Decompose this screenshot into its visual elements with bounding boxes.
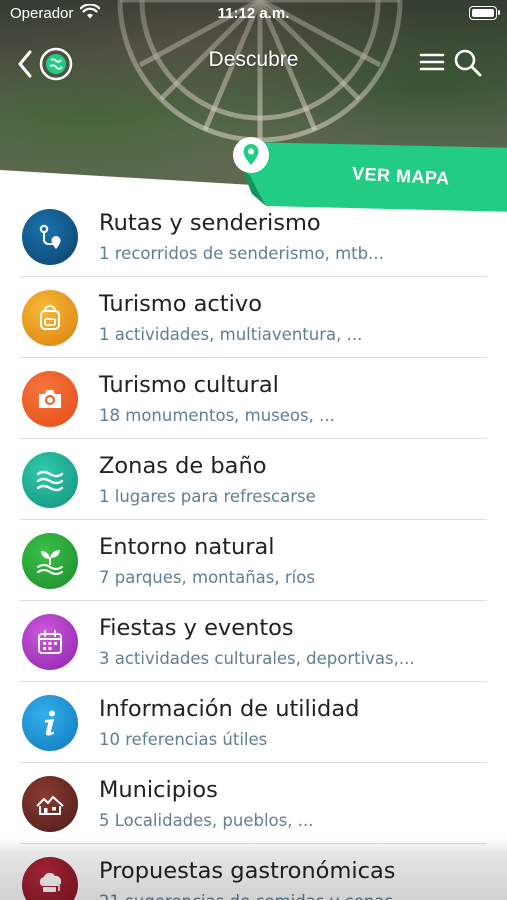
calendar-icon xyxy=(38,630,62,654)
list-item-municipios[interactable]: Municipios 5 Localidades, pueblos, ... xyxy=(0,763,507,844)
camera-icon xyxy=(39,390,61,408)
list-item-title: Municipios xyxy=(99,777,218,803)
menu-icon[interactable] xyxy=(419,50,445,74)
list-item-subtitle: 5 Localidades, pueblos, ... xyxy=(99,811,314,830)
list-item-subtitle: 1 actividades, multiaventura, ... xyxy=(99,325,363,344)
list-item-subtitle: 10 referencias útiles xyxy=(99,730,268,749)
list-item-gastronomia[interactable]: Propuestas gastronómicas 21 sugerencias … xyxy=(0,844,507,900)
list-item-turismo-activo[interactable]: Turismo activo 1 actividades, multiavent… xyxy=(0,277,507,358)
map-pin-icon xyxy=(233,137,269,173)
list-item-title: Entorno natural xyxy=(99,534,275,560)
list-item-subtitle: 18 monumentos, museos, ... xyxy=(99,406,335,425)
list-item-turismo-cultural[interactable]: Turismo cultural 18 monumentos, museos, … xyxy=(0,358,507,439)
search-icon[interactable] xyxy=(453,48,483,78)
navigation-bar: Descubre xyxy=(0,40,507,86)
category-icon-badge xyxy=(22,695,78,751)
list-item-entorno-natural[interactable]: Entorno natural 7 parques, montañas, río… xyxy=(0,520,507,601)
category-icon-badge xyxy=(22,533,78,589)
list-item-informacion[interactable]: Información de utilidad 10 referencias ú… xyxy=(0,682,507,763)
list-item-title: Información de utilidad xyxy=(99,696,360,722)
list-item-title: Turismo cultural xyxy=(99,372,279,398)
route-pin-icon xyxy=(39,224,61,249)
battery-icon xyxy=(469,6,500,20)
clock: 11:12 a.m. xyxy=(217,5,290,22)
category-icon-badge xyxy=(22,857,78,900)
list-item-subtitle: 21 sugerencias de comidas y cenas xyxy=(99,892,393,900)
category-icon-badge xyxy=(22,776,78,832)
list-item-subtitle: 3 actividades culturales, deportivas,... xyxy=(99,649,415,668)
waves-icon xyxy=(36,470,64,492)
backpack-icon xyxy=(40,305,60,330)
list-item-fiestas-eventos[interactable]: Fiestas y eventos 3 actividades cultural… xyxy=(0,601,507,682)
plant-icon xyxy=(37,550,63,575)
category-icon-badge xyxy=(22,209,78,265)
list-item-subtitle: 1 lugares para refrescarse xyxy=(99,487,316,506)
category-icon-badge xyxy=(22,371,78,427)
chef-hat-icon xyxy=(39,872,62,892)
list-item-title: Zonas de baño xyxy=(99,453,267,479)
village-icon xyxy=(36,796,64,815)
status-bar: Operador 11:12 a.m. xyxy=(0,0,507,28)
category-icon-badge xyxy=(22,452,78,508)
category-icon-badge xyxy=(22,614,78,670)
category-list: Rutas y senderismo 1 recorridos de sende… xyxy=(0,196,507,900)
category-icon-badge xyxy=(22,290,78,346)
list-item-title: Turismo activo xyxy=(99,291,262,317)
info-icon xyxy=(45,710,55,736)
list-item-subtitle: 7 parques, montañas, ríos xyxy=(99,568,315,587)
list-item-rutas[interactable]: Rutas y senderismo 1 recorridos de sende… xyxy=(0,196,507,277)
list-item-subtitle: 1 recorridos de senderismo, mtb... xyxy=(99,244,384,263)
list-item-title: Fiestas y eventos xyxy=(99,615,294,641)
list-item-zonas-bano[interactable]: Zonas de baño 1 lugares para refrescarse xyxy=(0,439,507,520)
list-item-title: Rutas y senderismo xyxy=(99,210,321,236)
list-item-title: Propuestas gastronómicas xyxy=(99,858,396,884)
